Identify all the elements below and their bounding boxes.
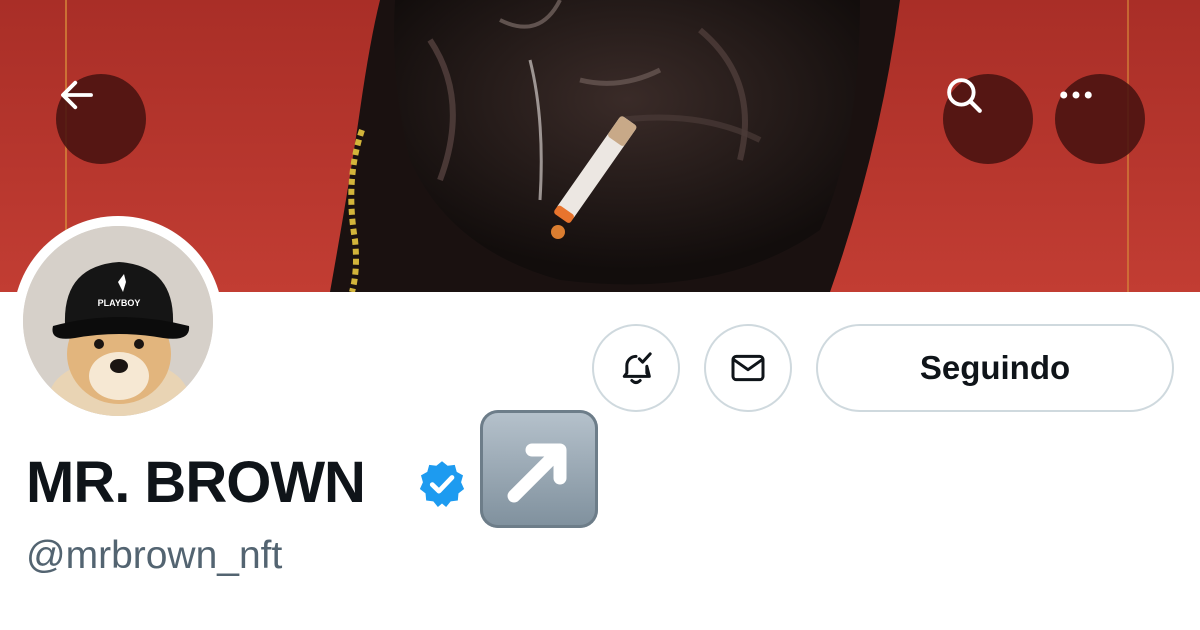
more-horizontal-icon (1060, 91, 1092, 99)
verified-badge-icon[interactable] (416, 458, 468, 510)
search-button[interactable] (943, 74, 1033, 164)
notifications-button[interactable] (592, 324, 680, 412)
bell-check-icon (622, 352, 652, 385)
following-button[interactable]: Seguindo (816, 324, 1174, 412)
profile-avatar[interactable]: PLAYBOY (13, 216, 223, 426)
profile-display-name: MR. BROWN (26, 450, 366, 515)
more-options-button[interactable] (1055, 74, 1145, 164)
profile-handle: @mrbrown_nft (26, 534, 283, 577)
search-icon (947, 78, 982, 113)
avatar-image: PLAYBOY (23, 226, 213, 416)
message-button[interactable] (704, 324, 792, 412)
up-right-arrow-emoji-icon (480, 410, 598, 528)
arrow-left-icon (61, 80, 93, 110)
envelope-icon (731, 354, 765, 382)
avatar-hat-text: PLAYBOY (98, 298, 141, 308)
back-button[interactable] (56, 74, 146, 164)
